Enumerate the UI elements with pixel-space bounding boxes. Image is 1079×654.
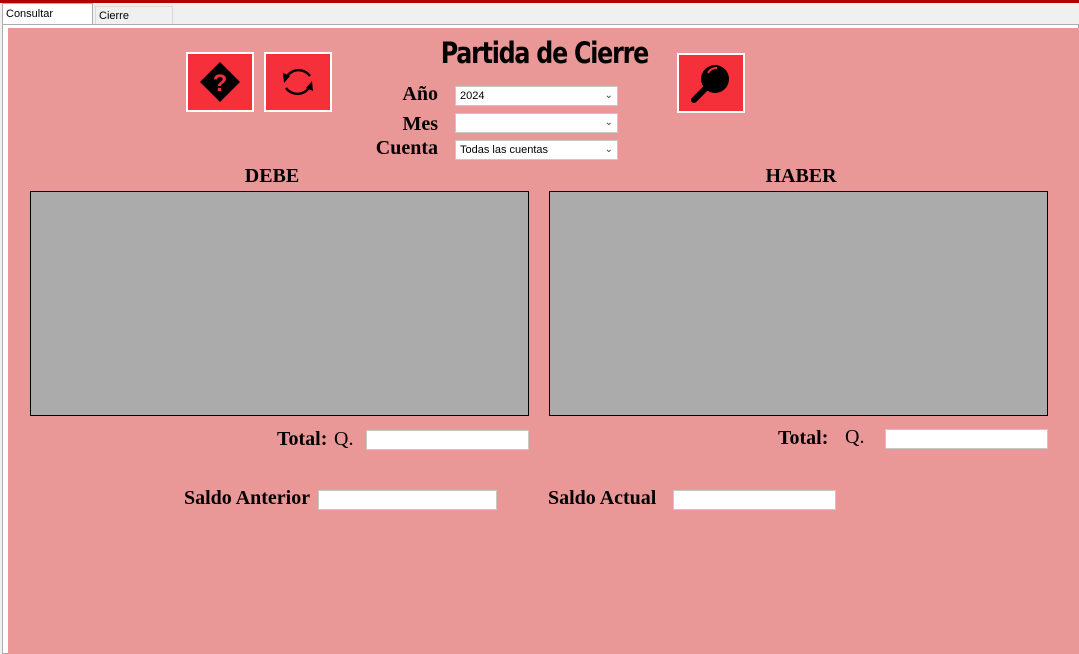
account-select-value: Todas las cuentas bbox=[460, 144, 549, 156]
tab-cierre-mensual[interactable]: Cierre Mensual bbox=[95, 6, 173, 40]
debe-total-label: Total: bbox=[277, 428, 328, 450]
page-title: Partida de Cierre bbox=[440, 36, 649, 70]
saldo-anterior-label: Saldo Anterior bbox=[184, 487, 311, 509]
haber-heading: HABER bbox=[765, 165, 837, 187]
haber-currency: Q. bbox=[845, 426, 865, 448]
saldo-actual-label: Saldo Actual bbox=[548, 487, 657, 509]
debe-heading: DEBE bbox=[244, 165, 300, 187]
chevron-down-icon: ⌄ bbox=[604, 144, 613, 155]
month-label: Mes bbox=[402, 113, 438, 135]
chevron-down-icon: ⌄ bbox=[604, 90, 613, 101]
tab-consultar-cierres[interactable]: Consultar Cierres bbox=[2, 3, 93, 40]
haber-total-label: Total: bbox=[778, 427, 829, 449]
year-select[interactable]: 2024 ⌄ bbox=[455, 86, 618, 106]
haber-total-field[interactable] bbox=[885, 429, 1048, 449]
refresh-button[interactable] bbox=[264, 52, 332, 112]
year-label: Año bbox=[402, 83, 438, 105]
debe-total-field[interactable] bbox=[366, 430, 529, 450]
search-button[interactable] bbox=[677, 53, 745, 113]
account-label: Cuenta bbox=[375, 137, 438, 159]
chevron-down-icon: ⌄ bbox=[604, 117, 613, 128]
saldo-anterior-field[interactable] bbox=[318, 490, 497, 510]
haber-grid[interactable] bbox=[549, 191, 1048, 416]
help-button[interactable]: ? bbox=[186, 52, 254, 112]
refresh-icon bbox=[278, 62, 318, 102]
question-diamond-icon: ? bbox=[198, 60, 242, 104]
tab-strip: Cierre Mensual Consultar Cierres bbox=[0, 3, 1079, 40]
month-select[interactable]: ⌄ bbox=[455, 113, 618, 133]
saldo-actual-field[interactable] bbox=[673, 490, 836, 510]
magnifier-icon bbox=[688, 60, 734, 106]
svg-text:?: ? bbox=[213, 70, 228, 97]
year-select-value: 2024 bbox=[460, 90, 485, 102]
debe-grid[interactable] bbox=[30, 191, 529, 416]
debe-currency: Q. bbox=[334, 428, 354, 450]
account-select[interactable]: Todas las cuentas ⌄ bbox=[455, 140, 618, 160]
